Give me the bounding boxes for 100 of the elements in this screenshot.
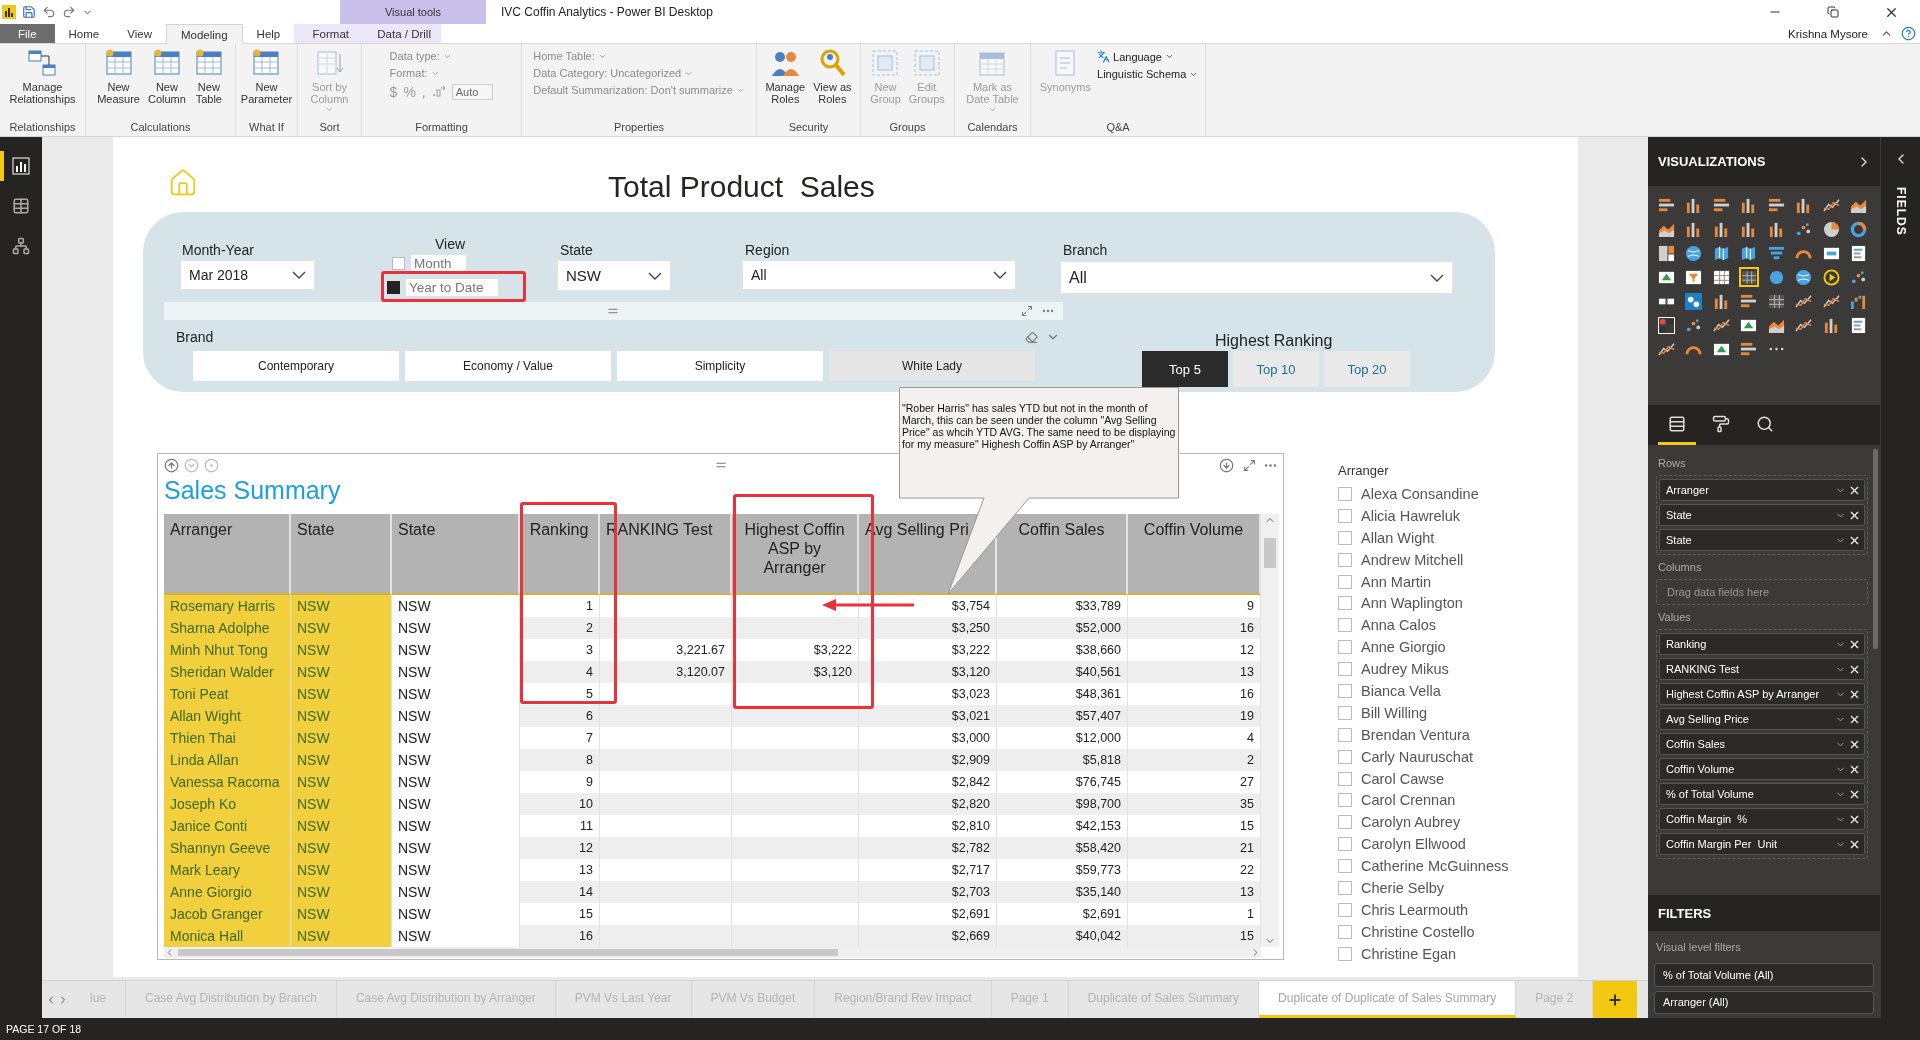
slicer-item[interactable]: Carol Crennan xyxy=(1338,789,1509,812)
ribbon-button[interactable]: New Measure xyxy=(95,48,142,105)
column-header[interactable]: Ranking xyxy=(520,514,600,595)
checkbox[interactable] xyxy=(1338,859,1352,874)
visual-type-button[interactable] xyxy=(1656,243,1676,263)
eraser-icon[interactable] xyxy=(1023,329,1039,345)
ranking-button[interactable]: Top 20 xyxy=(1324,351,1410,387)
focus-mode-icon[interactable] xyxy=(1019,303,1035,319)
ranking-button[interactable]: Top 5 xyxy=(1142,351,1228,387)
checkbox[interactable] xyxy=(1338,552,1352,567)
slicer-item[interactable]: Cherie Selby xyxy=(1338,877,1509,899)
column-header[interactable]: Arranger xyxy=(164,514,291,595)
field-pill[interactable]: Coffin Margin % xyxy=(1659,808,1865,830)
field-pill[interactable]: Coffin Sales xyxy=(1659,733,1865,755)
checkbox[interactable] xyxy=(387,281,400,294)
ribbon-button[interactable]: New Table xyxy=(191,48,226,105)
visual-type-button[interactable] xyxy=(1821,267,1841,287)
slicer-item[interactable]: Bill Willing xyxy=(1338,701,1509,724)
ribbon-tab[interactable]: File xyxy=(0,24,55,43)
field-pill[interactable]: State xyxy=(1659,529,1865,551)
filter-card[interactable]: Arranger (All) xyxy=(1654,990,1874,1014)
brand-tile[interactable]: Economy / Value xyxy=(405,351,611,381)
horizontal-scrollbar[interactable] xyxy=(164,947,1261,958)
field-pill[interactable]: State xyxy=(1659,504,1865,526)
field-pill[interactable]: Highest Coffin ASP by Arranger xyxy=(1659,683,1865,705)
field-pill[interactable]: Avg Selling Price xyxy=(1659,708,1865,730)
ribbon-tab[interactable]: Modeling xyxy=(165,24,243,44)
brand-tile[interactable]: Simplicity xyxy=(617,351,823,381)
filter-card[interactable]: % of Total Volume (All) xyxy=(1654,963,1874,987)
region-dropdown[interactable]: All xyxy=(742,260,1016,290)
drill-up-icon[interactable] xyxy=(163,457,179,473)
field-pill[interactable]: Ranking xyxy=(1659,633,1865,655)
checkbox[interactable] xyxy=(1338,727,1352,742)
column-header[interactable]: Coffin Sales xyxy=(997,514,1128,595)
ribbon-dropdown[interactable]: Language xyxy=(1097,50,1174,63)
checkbox[interactable] xyxy=(1338,771,1352,786)
slicer-item[interactable]: Chris Learmouth xyxy=(1338,898,1509,921)
undo-icon[interactable] xyxy=(42,5,56,19)
visual-type-button[interactable] xyxy=(1793,267,1814,287)
slicer-item[interactable]: Audrey Mikus xyxy=(1338,658,1509,680)
slicer-item[interactable]: Andrew Mitchell xyxy=(1338,548,1509,571)
scrollbar-thumb[interactable] xyxy=(178,949,838,956)
slicer-item[interactable]: Alexa Consandine xyxy=(1338,483,1509,505)
brand-tile[interactable]: Contemporary xyxy=(193,351,399,381)
checkbox[interactable] xyxy=(392,257,405,270)
checkbox[interactable] xyxy=(1338,837,1352,852)
slicer-item[interactable]: Catherine McGuinness xyxy=(1338,855,1509,878)
save-icon[interactable] xyxy=(22,5,36,19)
slicer-item[interactable]: Ann Martin xyxy=(1338,570,1509,593)
checkbox[interactable] xyxy=(1338,793,1352,808)
ribbon-button[interactable]: Manage Relationships xyxy=(7,48,78,105)
checkbox[interactable] xyxy=(1338,705,1352,720)
slicer-item[interactable]: Christine Costello xyxy=(1338,920,1509,943)
add-page-button[interactable] xyxy=(1593,981,1638,1018)
slicer-item[interactable]: Anna Calos xyxy=(1338,614,1509,637)
checkbox[interactable] xyxy=(1338,749,1352,764)
column-header[interactable]: State xyxy=(392,514,520,595)
brand-tile[interactable]: White Lady xyxy=(829,351,1035,381)
checkbox[interactable] xyxy=(1338,574,1352,589)
checkbox[interactable] xyxy=(1338,640,1352,655)
slicer-item[interactable]: Alicia Hawreluk xyxy=(1338,504,1509,527)
checkbox[interactable] xyxy=(1338,880,1352,895)
column-header[interactable]: Highest Coffin ASP by Arranger xyxy=(732,514,859,595)
checkbox[interactable] xyxy=(1338,662,1352,677)
ribbon-button[interactable]: View as Roles xyxy=(811,48,854,105)
checkbox[interactable] xyxy=(1338,902,1352,917)
visual-type-button[interactable] xyxy=(1683,243,1704,263)
checkbox[interactable] xyxy=(1338,486,1352,501)
visual-type-button[interactable] xyxy=(1738,267,1759,287)
focus-mode-icon[interactable] xyxy=(1241,457,1257,473)
field-pill[interactable]: % of Total Volume xyxy=(1659,783,1865,805)
checkbox[interactable] xyxy=(1338,924,1352,939)
ribbon-dropdown[interactable]: Linguistic Schema xyxy=(1097,68,1199,80)
slicer-item[interactable]: Carolyn Ellwood xyxy=(1338,833,1509,856)
slicer-item[interactable]: Carol Cawse xyxy=(1338,767,1509,790)
ranking-button[interactable]: Top 10 xyxy=(1233,351,1319,387)
slicer-item[interactable]: Bianca Vella xyxy=(1338,680,1509,702)
checkbox[interactable] xyxy=(1338,683,1352,698)
field-pill[interactable]: Coffin Margin Per Unit xyxy=(1659,833,1865,855)
ribbon-button[interactable]: New Parameter xyxy=(238,48,295,105)
drill-mode-icon[interactable] xyxy=(1218,457,1234,473)
drop-zone[interactable]: Drag data fields here xyxy=(1656,579,1868,605)
state-dropdown[interactable]: NSW xyxy=(557,260,671,291)
month-year-dropdown[interactable]: Mar 2018 xyxy=(180,260,315,290)
ribbon-button[interactable]: New Column xyxy=(145,48,188,105)
checkbox[interactable] xyxy=(1338,596,1352,611)
checkbox[interactable] xyxy=(1338,530,1352,545)
field-pill[interactable]: RANKING Test xyxy=(1659,658,1865,680)
visual-type-button[interactable] xyxy=(1683,291,1704,311)
scrollbar-thumb[interactable] xyxy=(1264,538,1276,568)
ribbon-tab[interactable]: Data / Drill xyxy=(367,24,441,43)
checkbox[interactable] xyxy=(1338,815,1352,830)
checkbox[interactable] xyxy=(1338,946,1352,961)
slicer-item[interactable]: Allan Wight xyxy=(1338,526,1509,549)
branch-dropdown[interactable]: All xyxy=(1060,261,1453,294)
ribbon-tab[interactable]: Format xyxy=(294,24,368,43)
slicer-item[interactable]: Christine Egan xyxy=(1338,942,1509,965)
slicer-item[interactable]: Carolyn Aubrey xyxy=(1338,811,1509,834)
checkbox[interactable] xyxy=(1338,508,1352,523)
checkbox[interactable] xyxy=(1338,618,1352,633)
